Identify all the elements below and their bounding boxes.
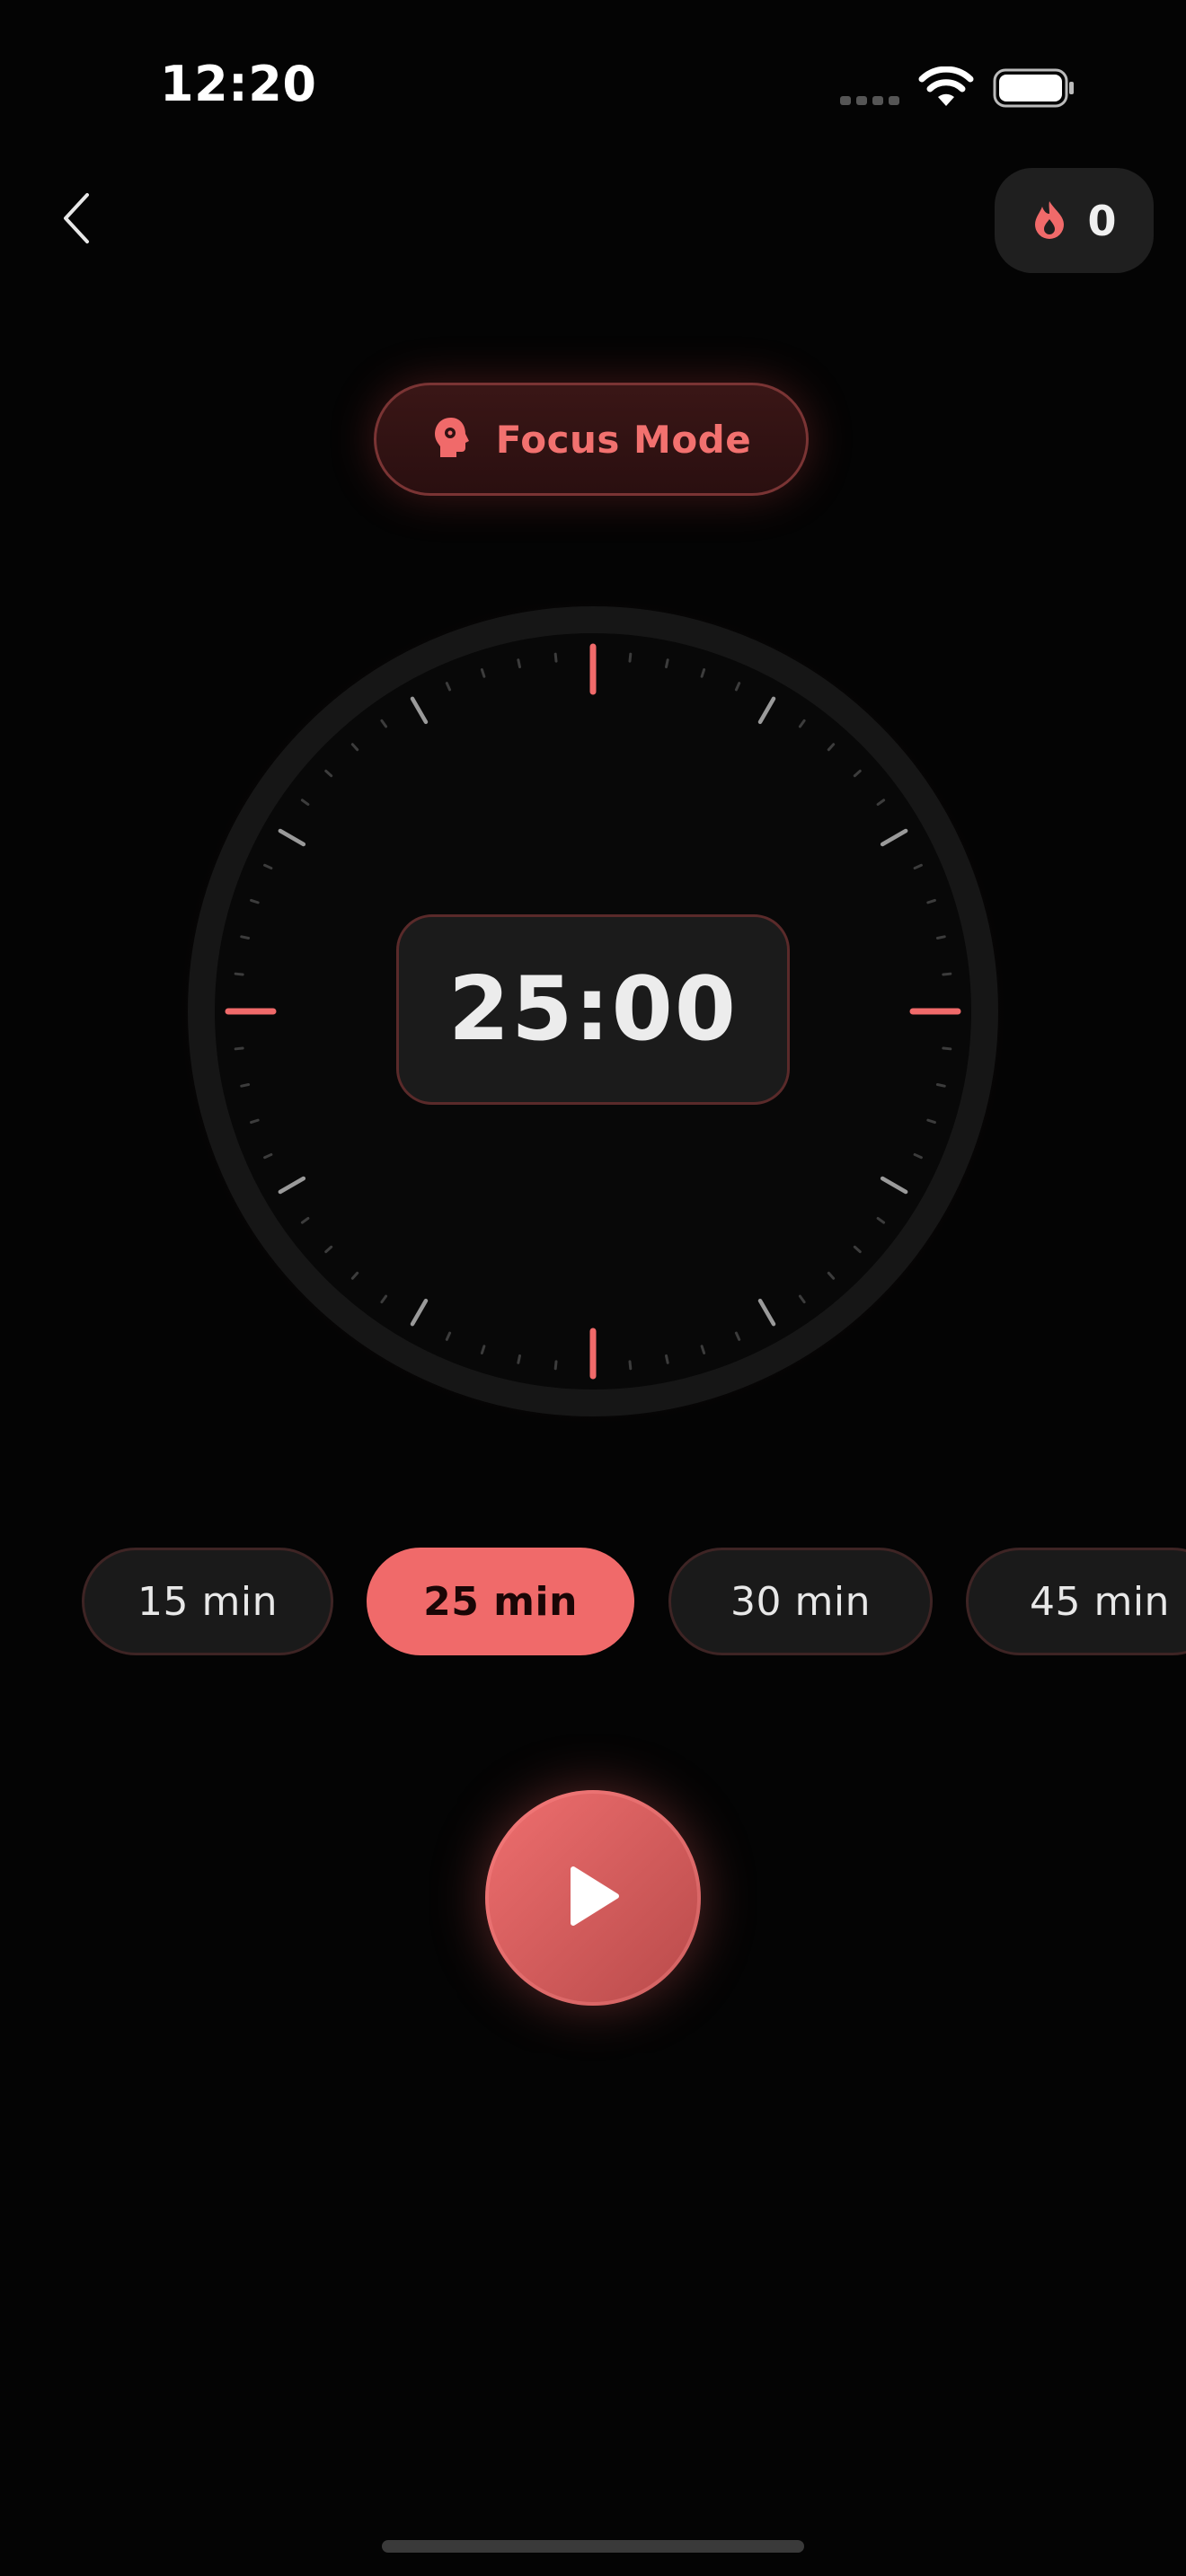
dial-minor-tick	[942, 972, 952, 976]
dial-minor-tick	[240, 935, 251, 940]
dial-minor-tick	[665, 1354, 669, 1364]
chevron-left-icon	[60, 191, 93, 249]
dial-minor-tick	[234, 972, 244, 976]
duration-chip-label: 45 min	[1030, 1578, 1170, 1625]
duration-chip-15[interactable]: 15 min	[82, 1548, 333, 1655]
flame-icon	[1031, 199, 1067, 243]
duration-chip-label: 25 min	[423, 1578, 578, 1625]
back-button[interactable]	[36, 180, 117, 260]
play-icon	[564, 1864, 622, 1932]
brain-head-icon	[431, 416, 471, 463]
dial-minor-tick	[935, 935, 946, 940]
duration-chip-label: 15 min	[137, 1578, 278, 1625]
duration-chip-label: 30 min	[730, 1578, 871, 1625]
duration-chip-45[interactable]: 45 min	[966, 1548, 1186, 1655]
dial-minor-tick	[240, 1083, 251, 1088]
streak-count: 0	[1087, 196, 1117, 245]
cellular-signal-icon	[840, 93, 901, 110]
status-time: 12:20	[160, 56, 317, 112]
dial-minor-tick	[628, 1360, 633, 1371]
duration-chip-25[interactable]: 25 min	[367, 1548, 634, 1655]
focus-mode-pill[interactable]: Focus Mode	[374, 383, 809, 496]
dial-minor-tick	[628, 652, 633, 663]
timer-display: 25:00	[448, 958, 738, 1061]
dial-minor-tick	[553, 652, 558, 663]
timer-display-box: 25:00	[396, 914, 790, 1105]
play-button[interactable]	[485, 1790, 701, 2006]
home-indicator	[382, 2540, 804, 2553]
dial-minor-tick	[234, 1046, 244, 1051]
dial-minor-tick	[517, 658, 521, 669]
dial-minor-tick	[942, 1046, 952, 1051]
battery-icon	[993, 68, 1075, 111]
wifi-icon	[918, 66, 974, 111]
dial-minor-tick	[935, 1083, 946, 1088]
dial-minor-tick	[665, 658, 669, 669]
focus-mode-label: Focus Mode	[495, 417, 752, 462]
duration-chip-30[interactable]: 30 min	[668, 1548, 933, 1655]
dial-minor-tick	[553, 1360, 558, 1371]
streak-badge[interactable]: 0	[995, 168, 1154, 273]
dial-minor-tick	[517, 1354, 521, 1364]
